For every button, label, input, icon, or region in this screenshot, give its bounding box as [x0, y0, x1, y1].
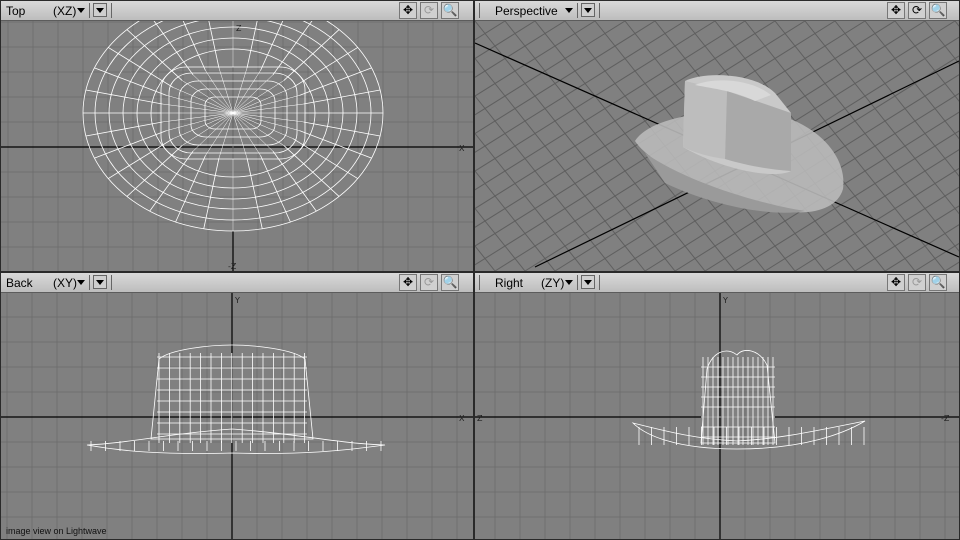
caption-text: image view on Lightwave	[6, 526, 107, 536]
viewport-name: Right	[495, 276, 524, 290]
rotate-icon[interactable]: ⟳	[420, 2, 438, 19]
viewport-name: Top	[6, 4, 26, 18]
toolbar-divider	[599, 275, 600, 290]
viewport-axes-dropdown[interactable]: (ZY)	[541, 276, 564, 290]
toolbar-divider	[89, 3, 90, 18]
z-axis-label: Z	[477, 414, 483, 423]
y-axis-label: Y	[234, 296, 240, 305]
grid	[1, 293, 473, 539]
x-axis-label: X	[459, 414, 465, 423]
viewport-canvas[interactable]: X Y	[1, 293, 473, 539]
viewport-options-button[interactable]	[93, 3, 107, 17]
toolbar-divider	[111, 3, 112, 18]
viewport-top[interactable]: Top (XZ) ✥ ⟳ 🔍 X Z -Z	[0, 0, 474, 272]
toolbar-divider	[89, 275, 90, 290]
neg-z-axis-label: -Z	[228, 262, 237, 271]
toolbar-divider	[577, 275, 578, 290]
hat-wireframe-top	[82, 21, 384, 232]
neg-z-axis-label: -Z	[941, 414, 950, 423]
x-axis-label: X	[459, 144, 465, 153]
move-icon[interactable]: ✥	[399, 2, 417, 19]
grid	[1, 21, 473, 271]
viewport-options-button[interactable]	[581, 3, 595, 17]
hat-wireframe-right	[631, 350, 866, 450]
viewport-canvas[interactable]	[475, 21, 959, 271]
chevron-down-icon[interactable]	[565, 280, 573, 285]
toolbar-divider	[577, 3, 578, 18]
viewport-perspective[interactable]: Perspective ✥ ⟳ 🔍	[474, 0, 960, 272]
zoom-icon[interactable]: 🔍	[441, 2, 459, 19]
viewport-back[interactable]: Back (XY) ✥ ⟳ 🔍 X Y image view on Lightw…	[0, 272, 474, 540]
zoom-icon[interactable]: 🔍	[929, 2, 947, 19]
viewport-canvas[interactable]: Z -Z Y	[475, 293, 959, 539]
toolbar-divider	[599, 3, 600, 18]
chevron-down-icon[interactable]	[565, 8, 573, 13]
chevron-down-icon[interactable]	[77, 8, 85, 13]
viewport-titlebar: Right (ZY) ✥ ⟳ 🔍	[475, 273, 959, 293]
viewport-titlebar: Perspective ✥ ⟳ 🔍	[475, 1, 959, 21]
viewport-axes-dropdown[interactable]: (XZ)	[53, 4, 76, 18]
rotate-icon[interactable]: ⟳	[908, 274, 926, 291]
toolbar-divider	[479, 275, 480, 290]
viewport-name[interactable]: Perspective	[495, 4, 558, 18]
chevron-down-icon[interactable]	[77, 280, 85, 285]
toolbar-divider	[479, 3, 480, 18]
viewport-axes-dropdown[interactable]: (XY)	[53, 276, 77, 290]
viewport-name: Back	[6, 276, 33, 290]
viewport-right[interactable]: Right (ZY) ✥ ⟳ 🔍 Z -Z Y	[474, 272, 960, 540]
rotate-icon[interactable]: ⟳	[420, 274, 438, 291]
rotate-icon[interactable]: ⟳	[908, 2, 926, 19]
y-axis-label: Y	[722, 296, 728, 305]
zoom-icon[interactable]: 🔍	[929, 274, 947, 291]
viewport-options-button[interactable]	[93, 275, 107, 289]
move-icon[interactable]: ✥	[887, 2, 905, 19]
viewport-titlebar: Back (XY) ✥ ⟳ 🔍	[1, 273, 473, 293]
z-axis-label: Z	[236, 24, 242, 33]
hat-shaded-model	[635, 75, 844, 213]
move-icon[interactable]: ✥	[887, 274, 905, 291]
zoom-icon[interactable]: 🔍	[441, 274, 459, 291]
viewport-titlebar: Top (XZ) ✥ ⟳ 🔍	[1, 1, 473, 21]
viewport-options-button[interactable]	[581, 275, 595, 289]
grid	[475, 293, 959, 539]
toolbar-divider	[111, 275, 112, 290]
move-icon[interactable]: ✥	[399, 274, 417, 291]
viewport-canvas[interactable]: X Z -Z	[1, 21, 473, 271]
